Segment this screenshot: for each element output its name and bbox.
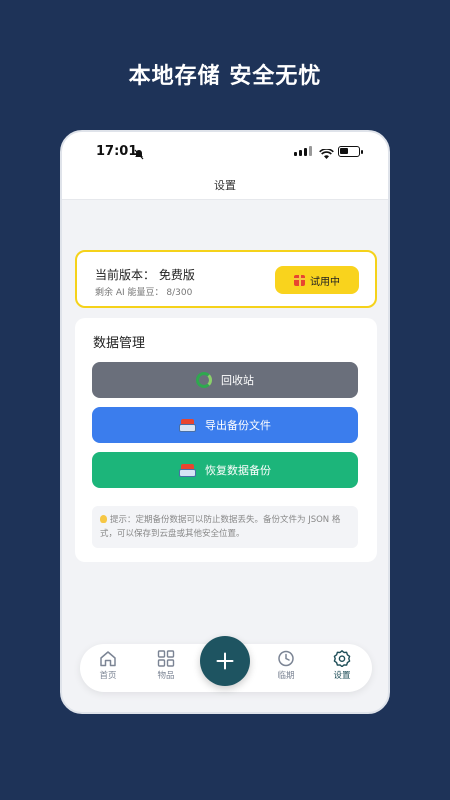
- ai-balance-label: 剩余 AI 能量豆： 8/300: [95, 288, 193, 298]
- export-backup-label: 导出备份文件: [205, 419, 271, 432]
- wifi-icon: [319, 145, 334, 164]
- backup-tip: 提示：定期备份数据可以防止数据丢失。备份文件为 JSON 格式，可以保存到云盘或…: [92, 506, 358, 548]
- clock-icon: [278, 650, 294, 667]
- home-icon: [100, 651, 116, 667]
- inbox-tray-icon: [179, 418, 196, 432]
- battery-icon: [338, 146, 363, 157]
- recycle-bin-button[interactable]: 回收站: [92, 362, 358, 398]
- backup-tip-text: 提示：定期备份数据可以防止数据丢失。备份文件为 JSON 格式，可以保存到云盘或…: [100, 515, 341, 539]
- trial-button-label: 试用中: [310, 276, 340, 288]
- nav-bar: 设置: [62, 172, 388, 200]
- inbox-tray-icon: [179, 463, 196, 477]
- restore-backup-label: 恢复数据备份: [205, 464, 271, 477]
- recycle-icon: [196, 372, 212, 388]
- tab-home[interactable]: 首页: [88, 650, 128, 686]
- gear-icon: [333, 650, 351, 667]
- grid-icon: [157, 650, 175, 667]
- gift-icon: [294, 274, 305, 286]
- marketing-headline: 本地存储 安全无忧: [128, 64, 322, 89]
- add-item-button[interactable]: [200, 636, 250, 686]
- tab-home-label: 首页: [99, 671, 117, 681]
- recycle-bin-label: 回收站: [221, 374, 254, 387]
- tab-expiring[interactable]: 临期: [266, 650, 306, 686]
- phone-frame: 17:01 设置 当前版本： 免费版 剩余 AI 能量豆： 8/300 试用中 …: [60, 130, 390, 714]
- bell-muted-icon: [134, 145, 144, 164]
- bottom-tab-bar: 首页 物品 临期 设置: [80, 636, 372, 692]
- restore-backup-button[interactable]: 恢复数据备份: [92, 452, 358, 488]
- data-management-title: 数据管理: [93, 336, 146, 351]
- tab-settings-label: 设置: [333, 671, 351, 681]
- trial-button[interactable]: 试用中: [275, 266, 359, 294]
- tab-settings[interactable]: 设置: [322, 650, 362, 686]
- data-management-card: 数据管理 回收站 导出备份文件 恢复数据备份 提示：定期备份数据可以防止数据丢失…: [75, 318, 377, 562]
- export-backup-button[interactable]: 导出备份文件: [92, 407, 358, 443]
- page-title: 设置: [214, 179, 236, 192]
- version-card: 当前版本： 免费版 剩余 AI 能量豆： 8/300 试用中: [75, 250, 377, 308]
- lightbulb-icon: [100, 515, 107, 523]
- version-label: 当前版本： 免费版: [95, 268, 195, 282]
- status-bar: 17:01: [62, 132, 388, 172]
- status-time: 17:01: [96, 144, 138, 159]
- signal-icon: [294, 146, 312, 156]
- tab-items-label: 物品: [157, 671, 175, 681]
- tab-items[interactable]: 物品: [146, 650, 186, 686]
- plus-icon: [216, 652, 234, 670]
- tab-expiring-label: 临期: [277, 671, 295, 681]
